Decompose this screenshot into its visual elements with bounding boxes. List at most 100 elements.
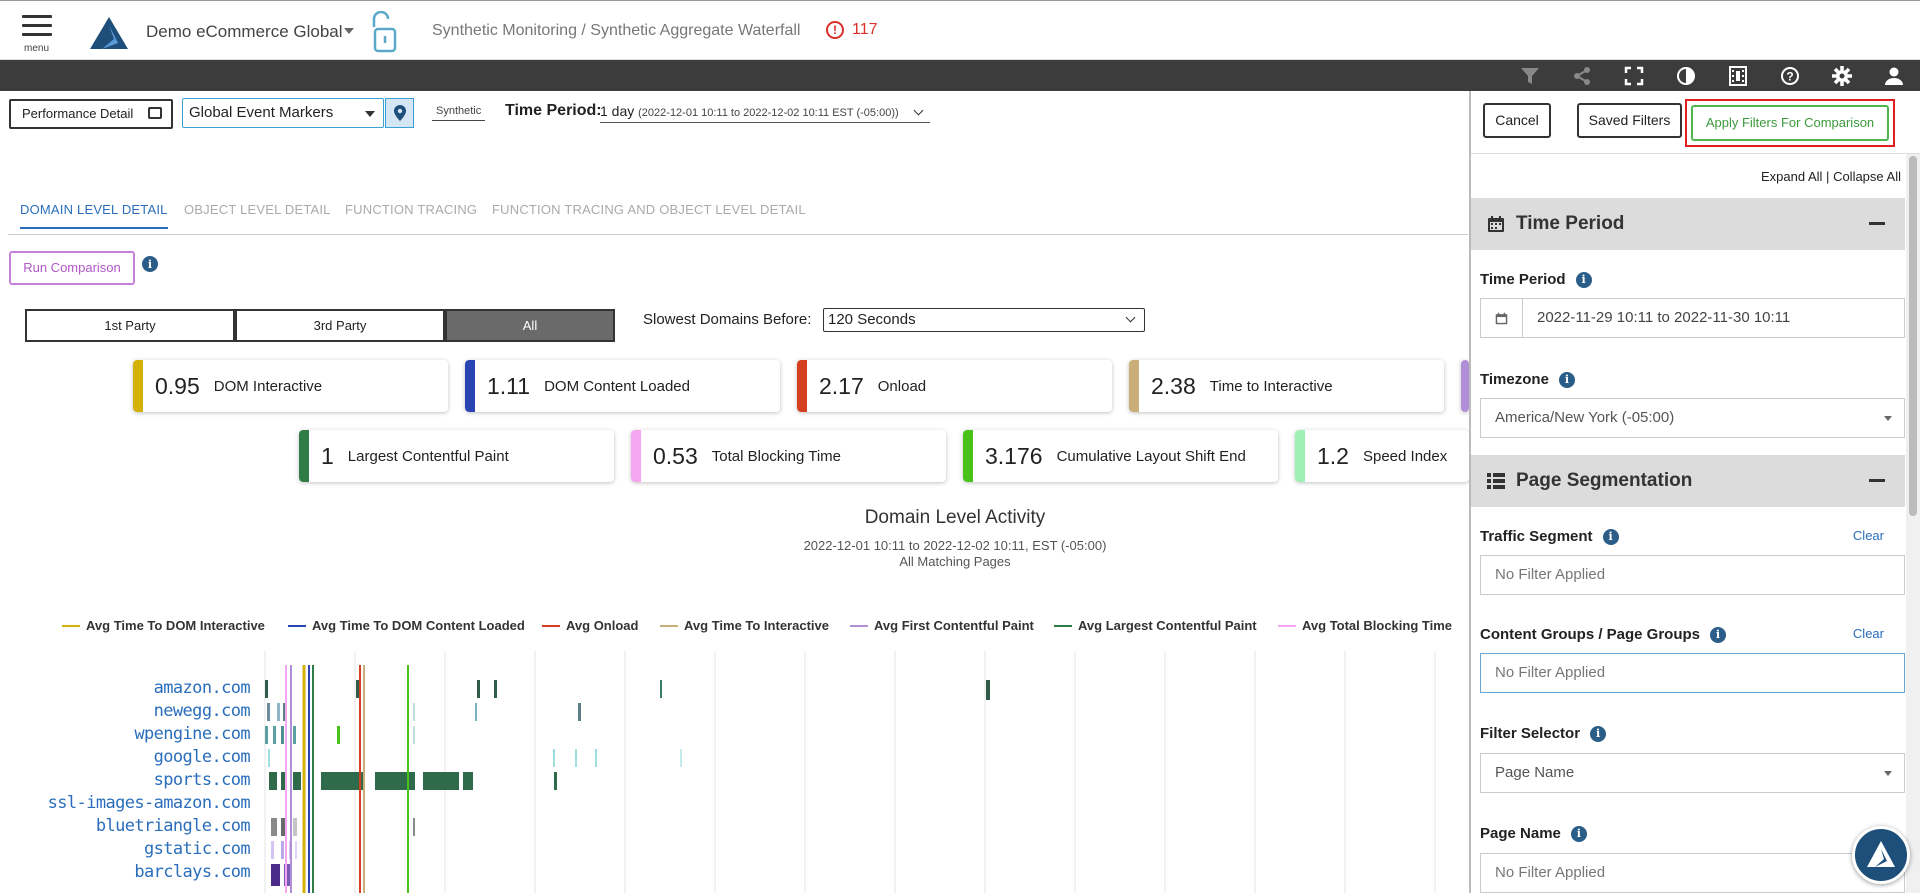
domain-label[interactable]: google.com (154, 747, 251, 767)
menu-icon-bar (22, 33, 52, 36)
settings-icon[interactable] (1830, 64, 1854, 88)
info-icon[interactable]: i (1570, 825, 1587, 842)
metric-name: DOM Interactive (213, 377, 323, 395)
timezone-value: America/New York (-05:00) (1495, 409, 1675, 426)
metric-name: DOM Content Loaded (544, 377, 690, 395)
legend-item[interactable]: Avg Total Blocking Time (1278, 618, 1452, 633)
domain-label[interactable]: sports.com (154, 770, 251, 790)
party-option-3rd[interactable]: 3rd Party (235, 309, 445, 342)
film-icon[interactable] (1726, 64, 1750, 88)
fullscreen-icon[interactable] (1622, 64, 1646, 88)
tab-function-tracing[interactable]: FUNCTION TRACING (345, 202, 477, 217)
filter-icon[interactable] (1518, 64, 1542, 88)
apply-filters-button[interactable]: Apply Filters For Comparison (1691, 105, 1889, 141)
time-period-select[interactable]: 1 day (2022-12-01 10:11 to 2022-12-02 10… (600, 103, 930, 123)
content-groups-input[interactable]: No Filter Applied (1480, 653, 1905, 693)
page-segmentation-section-header[interactable]: Page Segmentation (1471, 455, 1905, 507)
collapse-icon[interactable] (1869, 479, 1885, 482)
help-icon[interactable]: ? (1778, 64, 1802, 88)
metric-color-stripe (1461, 360, 1469, 412)
traffic-segment-clear-link[interactable]: Clear (1853, 528, 1884, 543)
info-icon[interactable]: i (1710, 626, 1727, 643)
legend-swatch (62, 624, 80, 627)
legend-label: Avg Time To DOM Content Loaded (312, 618, 525, 633)
brand-logo-icon[interactable] (88, 15, 130, 51)
metric-value: 0.53 (653, 442, 698, 469)
export-icon (148, 107, 162, 119)
timezone-select[interactable]: America/New York (-05:00) (1480, 398, 1905, 438)
user-icon[interactable] (1882, 64, 1906, 88)
tab-domain-level-detail[interactable]: DOMAIN LEVEL DETAIL (20, 202, 168, 229)
slowest-domains-select[interactable]: 120 Seconds (823, 308, 1145, 332)
alert-indicator[interactable]: ! 117 (826, 21, 878, 39)
synthetic-tag[interactable]: Synthetic (432, 105, 486, 121)
info-icon[interactable]: i (1590, 725, 1607, 742)
domain-label[interactable]: newegg.com (154, 701, 251, 721)
time-period-date-input[interactable]: 2022-11-29 10:11 to 2022-11-30 10:11 (1480, 298, 1905, 338)
legend-item[interactable]: Avg Onload (542, 618, 638, 633)
metric-card: 3.176 Cumulative Layout Shift End (963, 430, 1278, 482)
cancel-button[interactable]: Cancel (1483, 103, 1551, 138)
party-option-1st[interactable]: 1st Party (25, 309, 235, 342)
event-markers-select[interactable]: Global Event Markers (182, 98, 384, 128)
metric-name: Onload (877, 377, 927, 395)
brand-logo-icon (1867, 841, 1895, 867)
run-comparison-button[interactable]: Run Comparison (9, 251, 135, 285)
saved-filters-button[interactable]: Saved Filters (1577, 103, 1682, 138)
chart-page-scope: All Matching Pages (899, 554, 1011, 569)
info-icon[interactable]: i (1558, 371, 1575, 388)
chart-title: Domain Level Activity (864, 507, 1046, 528)
assistant-fab-button[interactable] (1852, 826, 1910, 884)
collapse-icon[interactable] (1869, 222, 1885, 225)
panel-scrollbar[interactable] (1906, 154, 1920, 893)
metric-value: 1 (321, 442, 334, 469)
org-selector[interactable]: Demo eCommerce Global (146, 22, 343, 42)
metric-card: 2.38 Time to Interactive (1129, 360, 1444, 412)
metric-card (1461, 360, 1469, 412)
info-icon[interactable]: i (1575, 271, 1592, 288)
metric-name: Total Blocking Time (711, 447, 841, 465)
tab-object-level-detail[interactable]: OBJECT LEVEL DETAIL (184, 202, 331, 217)
svg-text:?: ? (1786, 70, 1793, 84)
traffic-segment-input[interactable]: No Filter Applied (1480, 555, 1905, 595)
slowest-domains-label: Slowest Domains Before: (643, 311, 812, 328)
traffic-segment-label-text: Traffic Segment (1480, 528, 1593, 545)
slowest-domains-value: 120 Seconds (828, 311, 916, 328)
domain-label[interactable]: bluetriangle.com (96, 816, 251, 836)
time-period-range: (2022-12-01 10:11 to 2022-12-02 10:11 ES… (638, 107, 899, 119)
legend-item[interactable]: Avg First Contentful Paint (850, 618, 1034, 633)
legend-swatch (288, 624, 306, 627)
party-option-all[interactable]: All (445, 309, 615, 342)
tab-function-tracing-object-level[interactable]: FUNCTION TRACING AND OBJECT LEVEL DETAIL (492, 202, 806, 217)
legend-label: Avg Time To Interactive (684, 618, 829, 633)
collapse-all-link[interactable]: Collapse All (1833, 169, 1901, 184)
share-icon[interactable] (1570, 64, 1594, 88)
org-caret-icon[interactable] (344, 28, 354, 34)
domain-label[interactable]: gstatic.com (144, 839, 251, 859)
legend-item[interactable]: Avg Time To Interactive (660, 618, 829, 633)
calendar-icon[interactable] (1481, 299, 1523, 337)
menu-button[interactable]: menu (22, 15, 52, 54)
legend-label: Avg Onload (566, 618, 639, 633)
domain-label[interactable]: ssl-images-amazon.com (48, 793, 251, 813)
time-period-section-title: Time Period (1516, 213, 1625, 234)
info-icon[interactable]: i (1602, 528, 1619, 545)
domain-label[interactable]: amazon.com (154, 678, 251, 698)
page-name-input[interactable]: No Filter Applied (1480, 853, 1905, 893)
expand-all-link[interactable]: Expand All (1761, 169, 1822, 184)
domain-label[interactable]: barclays.com (134, 862, 250, 882)
time-period-section-header[interactable]: Time Period (1471, 198, 1905, 250)
legend-item[interactable]: Avg Time To DOM Interactive (62, 618, 265, 633)
location-pin-button[interactable] (385, 98, 414, 128)
performance-detail-button[interactable]: Performance Detail (9, 99, 173, 129)
scrollbar-thumb[interactable] (1909, 156, 1917, 516)
legend-item[interactable]: Avg Largest Contentful Paint (1054, 618, 1257, 633)
filter-selector-select[interactable]: Page Name (1480, 753, 1905, 793)
info-icon[interactable]: i (142, 256, 158, 272)
legend-item[interactable]: Avg Time To DOM Content Loaded (288, 618, 525, 633)
content-groups-clear-link[interactable]: Clear (1853, 626, 1884, 641)
unlocked-icon[interactable] (370, 11, 400, 53)
contrast-icon[interactable] (1674, 64, 1698, 88)
alert-icon: ! (826, 21, 844, 39)
domain-label[interactable]: wpengine.com (134, 724, 250, 744)
